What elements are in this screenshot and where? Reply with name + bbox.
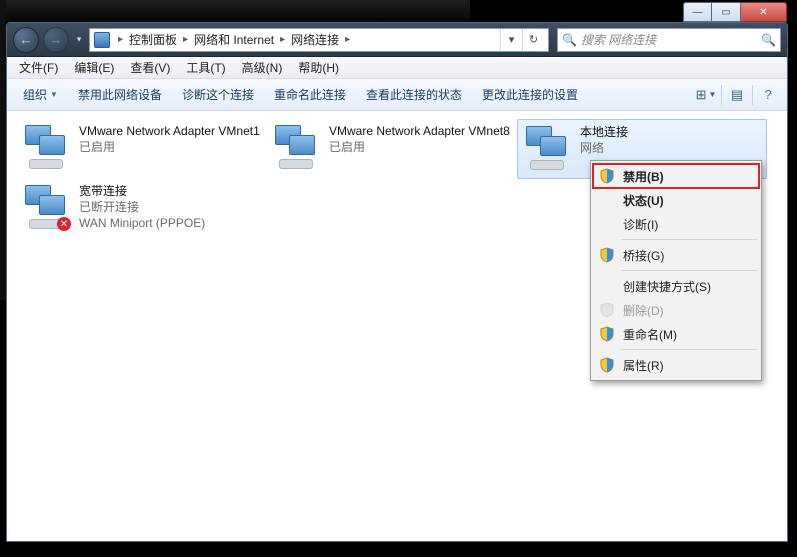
search-icon: 🔍 <box>562 33 577 47</box>
disconnected-badge-icon: ✕ <box>57 217 71 231</box>
separator <box>721 85 722 105</box>
cmd-organize[interactable]: 组织▼ <box>13 82 68 107</box>
ctx-bridge[interactable]: 桥接(G) <box>593 243 759 267</box>
ctx-label: 创建快捷方式(S) <box>623 278 711 295</box>
navigation-bar: ← → ▾ ▸ 控制面板 ▸ 网络和 Internet ▸ 网络连接 ▸ ▾ ↻… <box>7 23 787 57</box>
chevron-down-icon: ▼ <box>50 90 58 99</box>
view-options-button[interactable]: ⊞▼ <box>693 83 719 107</box>
chevron-icon: ▸ <box>114 34 127 45</box>
minimize-button[interactable]: — <box>683 2 712 22</box>
connection-status: 已启用 <box>79 139 260 155</box>
window-caption-controls: — ▭ ✕ <box>683 2 787 22</box>
network-adapter-icon <box>273 123 319 169</box>
ctx-rename[interactable]: 重命名(M) <box>593 322 759 346</box>
history-dropdown[interactable]: ▾ <box>73 31 85 49</box>
menu-advanced[interactable]: 高级(N) <box>234 57 291 78</box>
search-placeholder: 搜索 网络连接 <box>581 31 656 48</box>
network-adapter-icon <box>524 124 570 170</box>
ctx-create-shortcut[interactable]: 创建快捷方式(S) <box>593 274 759 298</box>
connection-sub: 网络 <box>580 140 628 156</box>
maximize-button[interactable]: ▭ <box>712 2 741 22</box>
ctx-label: 桥接(G) <box>623 247 664 264</box>
menu-file[interactable]: 文件(F) <box>11 57 66 78</box>
shield-icon <box>599 302 615 318</box>
chevron-icon: ▸ <box>179 34 192 45</box>
search-go-icon: 🔍 <box>761 33 776 47</box>
cmd-diagnose[interactable]: 诊断这个连接 <box>172 82 264 107</box>
menu-bar: 文件(F) 编辑(E) 查看(V) 工具(T) 高级(N) 帮助(H) <box>7 57 787 79</box>
chevron-icon: ▸ <box>276 34 289 45</box>
address-dropdown-button[interactable]: ▾ <box>500 29 522 51</box>
breadcrumb-segment[interactable]: 控制面板 <box>127 31 179 48</box>
ctx-status[interactable]: 状态(U) <box>593 188 759 212</box>
network-adapter-icon <box>23 123 69 169</box>
ctx-delete: 删除(D) <box>593 298 759 322</box>
menu-separator <box>621 349 757 350</box>
connection-detail: WAN Miniport (PPPOE) <box>79 215 205 231</box>
command-bar: 组织▼ 禁用此网络设备 诊断这个连接 重命名此连接 查看此连接的状态 更改此连接… <box>7 79 787 111</box>
search-box[interactable]: 🔍 搜索 网络连接 🔍 <box>557 28 781 52</box>
forward-button[interactable]: → <box>43 27 69 53</box>
connection-sub: 已断开连接 <box>79 199 205 215</box>
refresh-button[interactable]: ↻ <box>522 29 544 51</box>
shield-icon <box>599 168 615 184</box>
ctx-diagnose[interactable]: 诊断(I) <box>593 212 759 236</box>
address-bar[interactable]: ▸ 控制面板 ▸ 网络和 Internet ▸ 网络连接 ▸ ▾ ↻ <box>89 28 549 52</box>
ctx-disable[interactable]: 禁用(B) <box>593 164 759 188</box>
back-button[interactable]: ← <box>13 27 39 53</box>
connection-name: VMware Network Adapter VMnet1 <box>79 123 260 139</box>
connection-name: VMware Network Adapter VMnet8 <box>329 123 510 139</box>
ctx-label: 状态(U) <box>623 192 664 209</box>
ctx-properties[interactable]: 属性(R) <box>593 353 759 377</box>
menu-tools[interactable]: 工具(T) <box>178 57 233 78</box>
menu-separator <box>621 239 757 240</box>
connection-name: 宽带连接 <box>79 183 205 199</box>
separator <box>752 85 753 105</box>
shield-icon <box>599 357 615 373</box>
ctx-label: 删除(D) <box>623 302 664 319</box>
shield-icon <box>599 326 615 342</box>
ctx-label: 属性(R) <box>623 357 664 374</box>
connection-status: 已启用 <box>329 139 510 155</box>
chevron-icon: ▸ <box>341 34 354 45</box>
preview-pane-button[interactable]: ▤ <box>724 83 750 107</box>
connection-name: 本地连接 <box>580 124 628 140</box>
cmd-disable-device[interactable]: 禁用此网络设备 <box>68 82 172 107</box>
close-button[interactable]: ✕ <box>741 2 787 22</box>
ctx-label: 重命名(M) <box>623 326 677 343</box>
menu-separator <box>621 270 757 271</box>
cmd-rename[interactable]: 重命名此连接 <box>264 82 356 107</box>
menu-help[interactable]: 帮助(H) <box>290 57 347 78</box>
help-button[interactable]: ? <box>755 83 781 107</box>
connection-item[interactable]: VMware Network Adapter VMnet8 已启用 <box>267 119 517 179</box>
connection-item[interactable]: ✕ 宽带连接 已断开连接 WAN Miniport (PPPOE) <box>17 179 277 239</box>
context-menu: 禁用(B) 状态(U) 诊断(I) 桥接(G) 创建快捷方式(S) 删除(D) … <box>590 160 762 381</box>
connection-item[interactable]: VMware Network Adapter VMnet1 已启用 <box>17 119 267 179</box>
menu-edit[interactable]: 编辑(E) <box>66 57 122 78</box>
cmd-view-status[interactable]: 查看此连接的状态 <box>356 82 472 107</box>
breadcrumb-segment[interactable]: 网络和 Internet <box>192 31 276 48</box>
cmd-change-settings[interactable]: 更改此连接的设置 <box>472 82 588 107</box>
ctx-label: 禁用(B) <box>623 168 664 185</box>
ctx-label: 诊断(I) <box>623 216 658 233</box>
menu-view[interactable]: 查看(V) <box>122 57 178 78</box>
network-adapter-icon: ✕ <box>23 183 69 229</box>
shield-icon <box>599 247 615 263</box>
location-icon <box>94 32 110 48</box>
breadcrumb-segment[interactable]: 网络连接 <box>289 31 341 48</box>
